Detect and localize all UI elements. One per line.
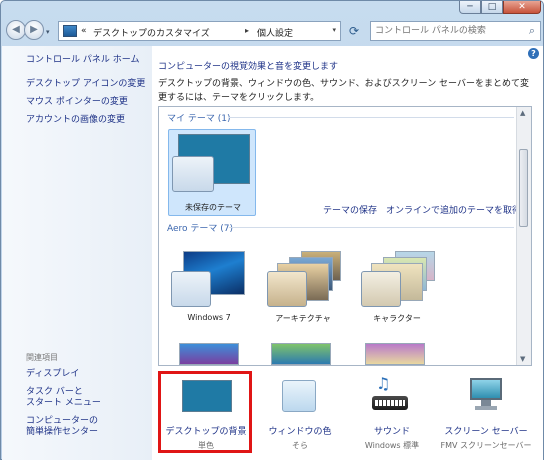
wallpaper-card [271,343,331,365]
theme-window-preview [171,271,211,307]
recent-pages-dropdown[interactable]: ▾ [46,28,50,36]
minimize-button[interactable]: ─ [459,1,481,14]
screensaver-value: FMV スクリーンセーバー [440,441,532,450]
divider [229,227,514,228]
window-color-setting[interactable]: ウィンドウの色 そら [252,372,348,452]
address-dropdown-icon[interactable]: ▾ [332,26,336,34]
window-color-icon [282,380,316,412]
breadcrumb-prefix[interactable]: « [81,26,87,36]
get-more-themes-link[interactable]: オンラインで追加のテーマを取得 [386,203,521,216]
see-also-heading: 関連項目 [26,353,58,362]
screensaver-monitor-icon [468,376,504,414]
sidebar-link-mouse-pointer[interactable]: マウス ポインターの変更 [26,97,128,108]
wallpaper-card [365,343,425,365]
forward-button[interactable]: ▶ [24,20,44,40]
theme-list-scrollbar[interactable]: ▲ ▼ [516,107,531,365]
theme-unsaved[interactable]: 未保存のテーマ [168,129,256,216]
page-title: コンピューターの視覚効果と音を変更します [158,62,339,72]
page-description: デスクトップの背景、ウィンドウの色、サウンド、およびスクリーン セーバーをまとめ… [158,79,529,103]
theme-thumbnail [265,251,341,307]
highlight-box [158,371,252,453]
window-color-label: ウィンドウの色 [268,427,332,437]
search-input[interactable] [375,24,515,38]
theme-thumbnail [359,251,435,307]
window: ─ □ ✕ ◀ ▶ ▾ « デスクトップのカスタマイズ ▸ 個人設定 ▾ ⟳ ⌕… [0,0,544,460]
window-color-value: そら [292,441,308,450]
scroll-up-icon[interactable]: ▲ [520,109,525,117]
aero-themes-heading: Aero テーマ (7) [167,224,234,234]
content-area: コントロール パネル ホーム デスクトップ アイコンの変更 マウス ポインターの… [2,46,543,460]
theme-thumbnail [171,251,245,307]
theme-windows7[interactable]: Windows 7 [161,245,257,337]
sound-value: Windows 標準 [364,441,420,450]
theme-characters[interactable]: キャラクター [349,245,445,337]
refresh-button[interactable]: ⟳ [344,22,364,40]
screensaver-label: スクリーン セーバー [444,427,528,437]
sound-label: サウンド [373,427,410,437]
theme-label-architecture: アーキテクチャ [275,314,331,323]
sound-setting[interactable]: ♫ サウンド Windows 標準 [344,372,440,452]
sidebar: コントロール パネル ホーム デスクトップ アイコンの変更 マウス ポインターの… [2,46,152,460]
search-icon[interactable]: ⌕ [529,24,535,38]
save-theme-link[interactable]: テーマの保存 [323,203,377,216]
sidebar-home-link[interactable]: コントロール パネル ホーム [26,55,139,66]
my-themes-heading: マイ テーマ (1) [167,114,231,124]
theme-list[interactable]: マイ テーマ (1) 未保存のテーマ テーマの保存 オンラインで追加のテーマを取… [158,106,532,366]
sound-notes-icon: ♫ [372,374,412,414]
breadcrumb-personalization[interactable]: 個人設定 [257,26,293,39]
sidebar-link-display[interactable]: ディスプレイ [26,369,79,380]
back-button[interactable]: ◀ [6,20,26,40]
scroll-down-icon[interactable]: ▼ [520,355,525,363]
close-button[interactable]: ✕ [503,1,541,14]
theme-window-preview [172,156,214,192]
theme-architecture[interactable]: アーキテクチャ [255,245,351,337]
wallpaper-card [179,343,239,365]
refresh-icon: ⟳ [348,24,360,38]
theme-label-characters: キャラクター [373,314,421,323]
sidebar-link-account-picture[interactable]: アカウントの画像の変更 [26,115,125,126]
navigation-bar: ◀ ▶ ▾ « デスクトップのカスタマイズ ▸ 個人設定 ▾ ⟳ ⌕ [1,18,543,46]
theme-window-preview [267,271,307,307]
settings-bar: デスクトップの背景 単色 ウィンドウの色 そら ♫ サウンド Windows 標… [152,366,543,460]
maximize-button[interactable]: □ [481,1,503,14]
theme-window-preview [361,271,401,307]
title-bar: ─ □ ✕ [1,1,543,15]
sidebar-link-taskbar[interactable]: タスク バーと スタート メニュー [26,387,101,409]
sidebar-link-desktop-icons[interactable]: デスクトップ アイコンの変更 [26,79,145,90]
theme-label-windows7: Windows 7 [187,313,231,322]
back-arrow-icon: ◀ [12,24,20,35]
breadcrumb-separator[interactable]: ▸ [245,26,249,35]
address-bar[interactable]: « デスクトップのカスタマイズ ▸ 個人設定 ▾ [58,21,341,41]
search-box[interactable]: ⌕ [370,21,541,41]
scrollbar-thumb[interactable] [519,149,528,227]
control-panel-icon [63,25,77,37]
breadcrumb-customize[interactable]: デスクトップのカスタマイズ [93,26,210,39]
divider [229,117,514,118]
help-icon[interactable]: ? [528,48,539,59]
forward-arrow-icon: ▶ [30,24,38,35]
theme-label-unsaved: 未保存のテーマ [185,203,241,212]
screensaver-setting[interactable]: スクリーン セーバー FMV スクリーンセーバー [438,372,534,452]
sidebar-link-ease-of-access[interactable]: コンピューターの 簡単操作センター [26,416,98,438]
